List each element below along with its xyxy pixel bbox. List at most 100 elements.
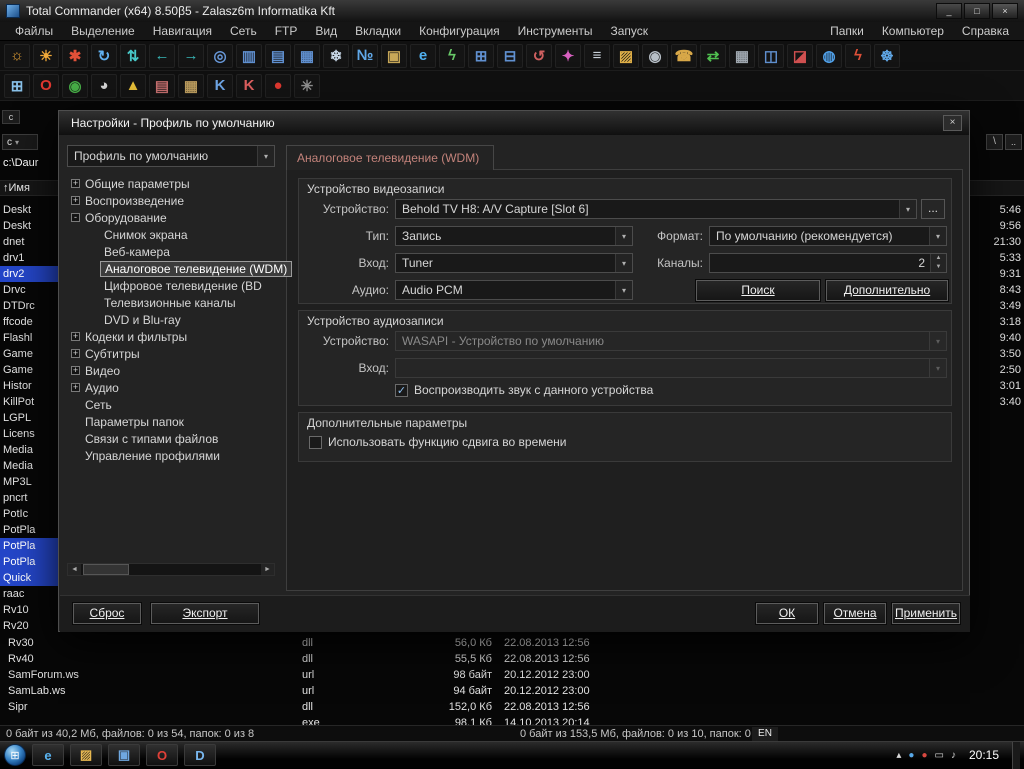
file-row[interactable]: DTDrc [0, 298, 58, 314]
file-row[interactable]: Game [0, 346, 58, 362]
tree-item[interactable]: -Оборудование [67, 209, 275, 226]
profile-select[interactable]: Профиль по умолчанию ▾ [67, 145, 275, 167]
start-button[interactable]: ⊞ [4, 744, 26, 766]
file-row[interactable]: Rv30dll56,0 Кб22.08.2013 12:56 [0, 635, 1024, 651]
menu-item[interactable]: Вкладки [346, 24, 410, 38]
file-row[interactable]: dnet [0, 234, 58, 250]
close-button[interactable]: × [992, 3, 1018, 19]
tree-expander-icon[interactable]: + [71, 383, 80, 392]
file-row[interactable]: Rv20 [0, 618, 58, 634]
file-row[interactable]: PotPla [0, 538, 58, 554]
parent-dir-button[interactable]: .. [1005, 134, 1022, 150]
file-row[interactable]: PotPla [0, 554, 58, 570]
globe-icon[interactable]: ◍ [816, 44, 842, 68]
menu-item[interactable]: Справка [953, 24, 1018, 38]
film-icon[interactable]: ▤ [149, 74, 175, 98]
bank-icon[interactable]: ▦ [178, 74, 204, 98]
menu-item[interactable]: Запуск [602, 24, 658, 38]
media-player-green-icon[interactable]: ◉ [62, 74, 88, 98]
scrollbar-thumb[interactable] [83, 564, 129, 575]
tree-expander-icon[interactable]: + [71, 349, 80, 358]
cancel-button[interactable]: Отмена [824, 603, 886, 624]
tree-item[interactable]: Цифровое телевидение (BD [67, 277, 275, 294]
menu-item[interactable]: Файлы [6, 24, 62, 38]
vertical-split-icon[interactable]: ▥ [236, 44, 262, 68]
package-icon[interactable]: ◪ [787, 44, 813, 68]
language-indicator[interactable]: EN [752, 727, 778, 741]
file-row[interactable]: Deskt [0, 202, 58, 218]
file-row[interactable]: Drvc [0, 282, 58, 298]
tree-item[interactable]: +Общие параметры [67, 175, 275, 192]
webcam-icon[interactable]: ◕ [91, 74, 117, 98]
tree-item[interactable]: +Видео [67, 362, 275, 379]
file-row[interactable]: raac [0, 586, 58, 602]
horizontal-split-icon[interactable]: ▤ [265, 44, 291, 68]
menu-item[interactable]: Конфигурация [410, 24, 509, 38]
menu-item[interactable]: Выделение [62, 24, 144, 38]
file-row[interactable]: Rv40dll55,5 Кб22.08.2013 12:56 [0, 651, 1024, 667]
move-icon[interactable]: ⊟ [497, 44, 523, 68]
menu-item[interactable]: Навигация [144, 24, 221, 38]
channels-spinner[interactable]: 2 ▲▼ [709, 253, 947, 273]
freeze-icon[interactable]: ❄ [323, 44, 349, 68]
phone-icon[interactable]: ☎ [671, 44, 697, 68]
file-row[interactable]: pncrt [0, 490, 58, 506]
explorer-taskbar-icon[interactable]: ▨ [70, 744, 102, 766]
maximize-button[interactable]: □ [964, 3, 990, 19]
menu-item[interactable]: Инструменты [509, 24, 602, 38]
scroll-left-icon[interactable]: ◄ [68, 564, 81, 575]
file-row[interactable]: PotPla [0, 522, 58, 538]
advanced-button[interactable]: Дополнительно [826, 280, 948, 301]
menu-item[interactable]: Сеть [221, 24, 266, 38]
tree-item[interactable]: DVD и Blu-ray [67, 311, 275, 328]
spider-icon[interactable]: ✳ [294, 74, 320, 98]
file-row[interactable]: SamLab.wsurl94 байт20.12.2012 23:00 [0, 683, 1024, 699]
file-row[interactable]: Rv10 [0, 602, 58, 618]
app-icon[interactable] [6, 4, 20, 18]
name-column-header[interactable]: ↑Имя [3, 182, 30, 194]
scroll-right-icon[interactable]: ► [261, 564, 274, 575]
opera-icon[interactable]: O [33, 74, 59, 98]
tree-hscrollbar[interactable]: ◄ ► [67, 563, 275, 576]
file-row[interactable]: Quick [0, 570, 58, 586]
tree-item[interactable]: +Аудио [67, 379, 275, 396]
back-icon[interactable]: ← [149, 44, 175, 68]
sync-dirs-icon[interactable]: ⇄ [700, 44, 726, 68]
reset-button[interactable]: Сброс [73, 603, 141, 624]
folder-icon[interactable]: ▨ [613, 44, 639, 68]
media-player-red-icon[interactable]: ● [265, 74, 291, 98]
checkbox-unchecked-icon[interactable] [309, 436, 322, 449]
file-row[interactable]: MP3L [0, 474, 58, 490]
volume-icon[interactable]: ♪ [951, 750, 956, 761]
monitors-icon[interactable]: ◫ [758, 44, 784, 68]
dialog-titlebar[interactable]: Настройки - Профиль по умолчанию × [59, 111, 969, 135]
drive-button-c[interactable]: c [2, 110, 20, 124]
file-row[interactable]: Siprdll152,0 Кб22.08.2013 12:56 [0, 699, 1024, 715]
forward-icon[interactable]: → [178, 44, 204, 68]
export-button[interactable]: Экспорт [151, 603, 259, 624]
tree-expander-icon[interactable]: + [71, 332, 80, 341]
codec-pack-icon[interactable]: K [236, 74, 262, 98]
file-row[interactable]: drv2 [0, 266, 58, 282]
menu-item[interactable]: Папки [821, 24, 873, 38]
file-row[interactable]: ffcode [0, 314, 58, 330]
tree-item[interactable]: Управление профилями [67, 447, 275, 464]
display-icon[interactable]: ▭ [935, 750, 944, 761]
tree-item[interactable]: +Субтитры [67, 345, 275, 362]
spin-up-icon[interactable]: ▲ [931, 254, 946, 263]
ie-icon[interactable]: e [410, 44, 436, 68]
input-select[interactable]: Tuner ▾ [395, 253, 633, 273]
apps-grid-icon[interactable]: ⊞ [4, 74, 30, 98]
settings-icon[interactable]: ☼ [4, 44, 30, 68]
file-row[interactable]: Histor [0, 378, 58, 394]
power-icon[interactable]: ✱ [62, 44, 88, 68]
refresh-icon[interactable]: ↻ [91, 44, 117, 68]
save-taskbar-icon[interactable]: ▣ [108, 744, 140, 766]
tree-item[interactable]: +Воспроизведение [67, 192, 275, 209]
file-row[interactable]: drv1 [0, 250, 58, 266]
type-select[interactable]: Запись ▾ [395, 226, 633, 246]
undo-icon[interactable]: ↺ [526, 44, 552, 68]
swap-panels-icon[interactable]: ⇅ [120, 44, 146, 68]
ie-taskbar-icon[interactable]: e [32, 744, 64, 766]
root-dir-button[interactable]: \ [986, 134, 1003, 150]
